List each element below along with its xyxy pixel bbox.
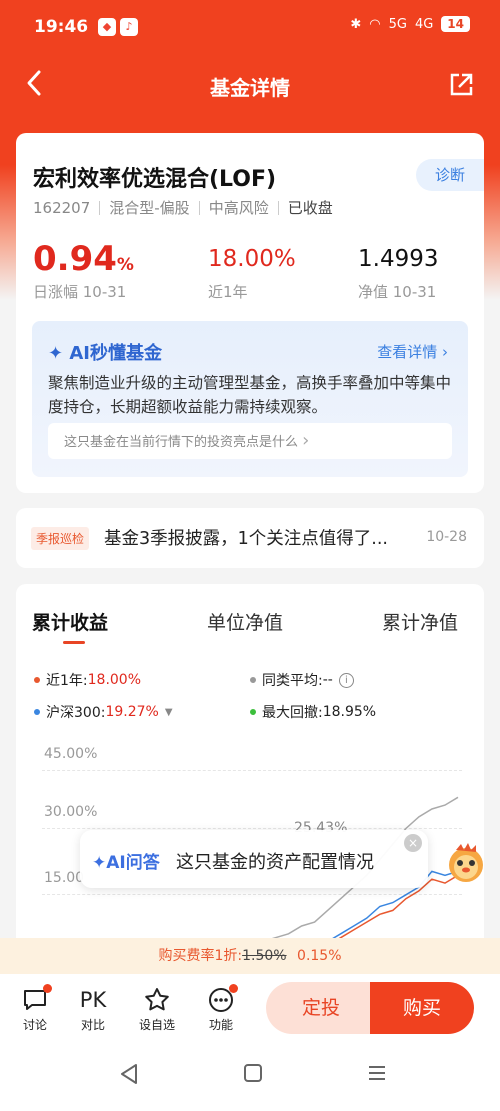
fund-risk: 中高风险 <box>208 199 269 217</box>
star-icon <box>145 988 169 1011</box>
nav-label: 净值 10-31 <box>358 283 437 301</box>
mascot-icon[interactable] <box>442 838 490 886</box>
daily-change-stat: 0.94% 日涨幅 10-31 <box>33 239 134 302</box>
ai-suggested-question[interactable]: 这只基金在当前行情下的投资亮点是什么 › <box>48 423 452 459</box>
app-notification-icon: ◆ <box>98 18 116 36</box>
add-watchlist-button[interactable]: 设自选 <box>132 984 182 1033</box>
news-tag: 季报巡检 <box>31 527 90 550</box>
system-navigation-bar <box>0 1044 500 1111</box>
more-functions-button[interactable]: 功能 <box>196 984 246 1033</box>
signal-4g-icon: 4G <box>414 16 434 32</box>
page-title: 基金详情 <box>210 76 290 100</box>
year-return-value: 18.00% <box>208 246 296 272</box>
divider <box>277 200 279 215</box>
view-details-link[interactable]: 查看详情 › <box>377 341 448 362</box>
market-status: 已收盘 <box>287 199 333 217</box>
fund-name: 宏利效率优选混合(LOF) <box>33 167 277 192</box>
daily-change-label: 日涨幅 10-31 <box>33 283 127 301</box>
ai-qa-label: ✦AI问答 <box>92 853 160 873</box>
daily-change-value: 0.94% <box>33 239 134 279</box>
year-return-label: 近1年 <box>208 283 248 301</box>
notification-badge <box>229 984 238 993</box>
wifi-icon: ◠ <box>369 16 381 32</box>
compare-button[interactable]: PK 对比 <box>68 984 118 1033</box>
ai-summary-box: ✦ AI秒懂基金 查看详情 › 聚焦制造业升级的主动管理型基金，高换手率叠加中等… <box>32 321 468 477</box>
signal-5g-icon: 5G <box>388 16 407 32</box>
pk-icon: PK <box>79 988 107 1012</box>
ai-qa-popup[interactable]: ✦AI问答 这只基金的资产配置情况 × <box>80 830 428 888</box>
battery-icon: 14 <box>441 16 470 32</box>
status-bar: 19:46 ◆ ♪ ✱ ◠ 5G 4G 14 <box>0 0 500 60</box>
divider <box>99 200 101 215</box>
sparkle-icon: ✦ <box>92 853 107 873</box>
fund-summary-card: 宏利效率优选混合(LOF) 诊断 162207 混合型-偏股 中高风险 已收盘 … <box>16 133 484 493</box>
ai-summary-title: ✦ AI秒懂基金 <box>48 343 163 364</box>
share-icon <box>450 73 473 96</box>
ai-qa-question: 这只基金的资产配置情况 <box>176 852 374 873</box>
news-date: 10-28 <box>426 529 467 545</box>
back-triangle-icon[interactable] <box>118 1062 140 1086</box>
fee-discount-bar: 购买费率1折:1.50% 0.15% <box>0 938 500 974</box>
menu-lines-icon[interactable] <box>366 1062 388 1084</box>
notification-icons: ◆ ♪ <box>98 18 138 36</box>
status-time: 19:46 <box>34 17 89 37</box>
sparkle-icon: ✦ <box>48 343 64 364</box>
music-notification-icon: ♪ <box>120 18 138 36</box>
chevron-right-icon: › <box>302 430 310 451</box>
fund-code: 162207 <box>33 198 91 217</box>
year-return-stat: 18.00% 近1年 <box>208 239 296 302</box>
fund-type: 混合型-偏股 <box>109 199 190 217</box>
quarterly-report-card[interactable]: 季报巡检 基金3季报披露，1个关注点值得了... 10-28 <box>16 508 484 568</box>
status-right: ✱ ◠ 5G 4G 14 <box>350 16 470 32</box>
home-square-icon[interactable] <box>242 1062 264 1084</box>
diagnose-button[interactable]: 诊断 <box>416 159 484 191</box>
divider <box>198 200 200 215</box>
nav-value: 1.4993 <box>358 246 439 272</box>
bluetooth-icon: ✱ <box>350 16 362 32</box>
nav-bar: 基金详情 <box>0 60 500 108</box>
auto-invest-button[interactable]: 定投 <box>266 982 376 1034</box>
fee-old: 1.50% <box>242 948 287 964</box>
buy-button[interactable]: 购买 <box>370 982 474 1034</box>
nav-stat: 1.4993 净值 10-31 <box>358 239 438 302</box>
close-icon[interactable]: × <box>404 834 422 852</box>
fund-meta: 162207 混合型-偏股 中高风险 已收盘 <box>33 197 333 218</box>
bottom-action-bar: 讨论 PK 对比 设自选 功能 定投 购买 <box>0 974 500 1044</box>
fee-new: 0.15% <box>297 948 342 964</box>
notification-badge <box>43 984 52 993</box>
news-text: 基金3季报披露，1个关注点值得了... <box>104 529 388 549</box>
chevron-right-icon: › <box>442 343 448 361</box>
share-button[interactable] <box>448 72 474 102</box>
ai-summary-text: 聚焦制造业升级的主动管理型基金，高换手率叠加中等集中度持仓，长期超额收益能力需持… <box>48 374 452 416</box>
discuss-button[interactable]: 讨论 <box>10 984 60 1033</box>
